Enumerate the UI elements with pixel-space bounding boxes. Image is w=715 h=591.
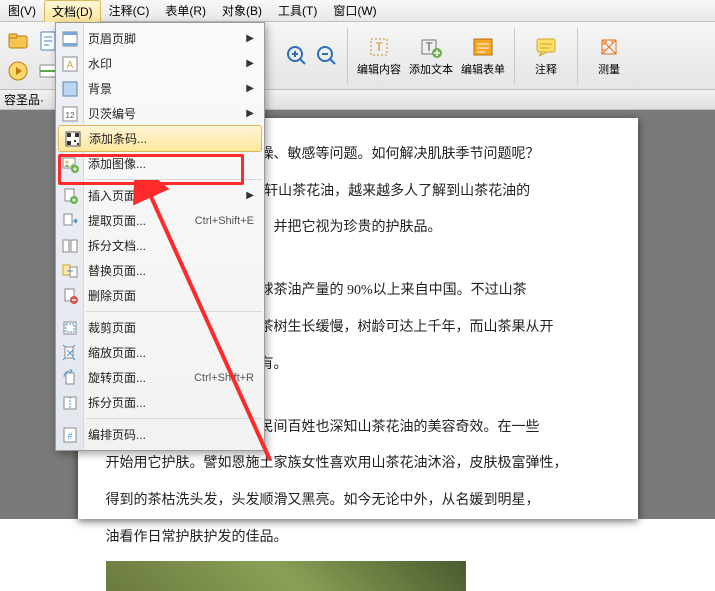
svg-text:A: A (67, 60, 74, 71)
doc-paragraph: 开始用它护肤。譬如恩施土家族女性喜欢用山茶花油沐浴，皮肤极富弹性， (106, 451, 610, 478)
svg-text:T: T (375, 40, 383, 54)
zoom-page-icon (60, 343, 80, 363)
barcode-icon (63, 129, 83, 149)
menu-add-barcode[interactable]: 添加条码... (58, 125, 262, 152)
edit-form-label: 编辑表单 (461, 61, 505, 77)
document-image (106, 561, 466, 591)
watermark-icon: A (60, 54, 80, 74)
menu-insert-page[interactable]: 插入页面 ▶ (56, 183, 264, 208)
menu-separator (86, 179, 262, 180)
menu-form[interactable]: 表单(R) (157, 0, 214, 22)
add-text-button[interactable]: T 添加文本 (406, 26, 456, 86)
annotate-icon (534, 35, 558, 59)
add-text-label: 添加文本 (409, 61, 453, 77)
sidebar-label: 容圣品· (4, 91, 44, 108)
chevron-right-icon: ▶ (246, 108, 254, 119)
split-doc-icon (60, 236, 80, 256)
menu-rotate-page[interactable]: 旋转页面... Ctrl+Shift+R (56, 365, 264, 390)
zoom-out-button[interactable] (313, 42, 341, 70)
bates-icon: 12 (60, 104, 80, 124)
menu-zoom-page[interactable]: 缩放页面... (56, 340, 264, 365)
menu-separator (86, 311, 262, 312)
edit-content-button[interactable]: T 编辑内容 (354, 26, 404, 86)
menu-window[interactable]: 窗口(W) (325, 0, 384, 22)
menu-split-page[interactable]: 拆分页面... (56, 390, 264, 415)
zoom-in-button[interactable] (283, 42, 311, 70)
toolbar-icon-1[interactable] (4, 27, 32, 55)
header-footer-icon (60, 29, 80, 49)
edit-content-label: 编辑内容 (357, 61, 401, 77)
menu-number-page[interactable]: # 编排页码... (56, 422, 264, 447)
chevron-right-icon: ▶ (246, 58, 254, 69)
menubar: 图(V) 文档(D) 注释(C) 表单(R) 对象(B) 工具(T) 窗口(W) (0, 0, 715, 22)
split-page-icon (60, 393, 80, 413)
delete-page-icon (60, 286, 80, 306)
menu-tools[interactable]: 工具(T) (270, 0, 325, 22)
chevron-right-icon: ▶ (246, 33, 254, 44)
menu-crop-page[interactable]: 裁剪页面 (56, 315, 264, 340)
edit-content-icon: T (367, 35, 391, 59)
measure-label: 测量 (598, 61, 620, 77)
annotate-label: 注释 (535, 61, 557, 77)
measure-button[interactable]: 测量 (584, 26, 634, 86)
menu-separator (86, 418, 262, 419)
menu-watermark[interactable]: A 水印 ▶ (56, 51, 264, 76)
number-page-icon: # (60, 425, 80, 445)
menu-bates[interactable]: 12 贝茨编号 ▶ (56, 101, 264, 126)
insert-page-icon (60, 186, 80, 206)
menu-document[interactable]: 文档(D) (44, 0, 101, 22)
toolbar-icon-3[interactable] (4, 57, 32, 85)
menu-delete-page[interactable]: 删除页面 (56, 283, 264, 308)
menu-add-image[interactable]: 添加图像... (56, 151, 264, 176)
menu-extract-page[interactable]: 提取页面... Ctrl+Shift+E (56, 208, 264, 233)
add-image-icon (60, 154, 80, 174)
menu-comment[interactable]: 注释(C) (101, 0, 158, 22)
crop-page-icon (60, 318, 80, 338)
edit-form-icon (471, 35, 495, 59)
extract-page-icon (60, 211, 80, 231)
zoom-out-icon (315, 44, 339, 68)
menu-object[interactable]: 对象(B) (214, 0, 270, 22)
rotate-page-icon (60, 368, 80, 388)
chevron-right-icon: ▶ (246, 190, 254, 201)
add-text-icon: T (419, 35, 443, 59)
replace-page-icon (60, 261, 80, 281)
annotate-button[interactable]: 注释 (521, 26, 571, 86)
menu-split-doc[interactable]: 拆分文档... (56, 233, 264, 258)
background-icon (60, 79, 80, 99)
edit-form-button[interactable]: 编辑表单 (458, 26, 508, 86)
menu-background[interactable]: 背景 ▶ (56, 76, 264, 101)
play-icon (6, 59, 30, 83)
measure-icon (597, 35, 621, 59)
folder-icon (6, 29, 30, 53)
menu-header-footer[interactable]: 页眉页脚 ▶ (56, 26, 264, 51)
doc-paragraph: 得到的茶枯洗头发，头发顺滑又黑亮。如今无论中外，从名媛到明星， (106, 488, 610, 515)
svg-text:#: # (67, 431, 72, 441)
document-menu-dropdown: 页眉页脚 ▶ A 水印 ▶ 背景 ▶ 12 贝茨编号 ▶ 添加条码... 添加图… (55, 22, 265, 451)
menu-view[interactable]: 图(V) (0, 0, 44, 22)
doc-paragraph: 油看作日常护肤护发的佳品。 (106, 525, 610, 552)
menu-replace-page[interactable]: 替换页面... (56, 258, 264, 283)
svg-text:12: 12 (66, 111, 75, 120)
chevron-right-icon: ▶ (246, 83, 254, 94)
zoom-in-icon (285, 44, 309, 68)
